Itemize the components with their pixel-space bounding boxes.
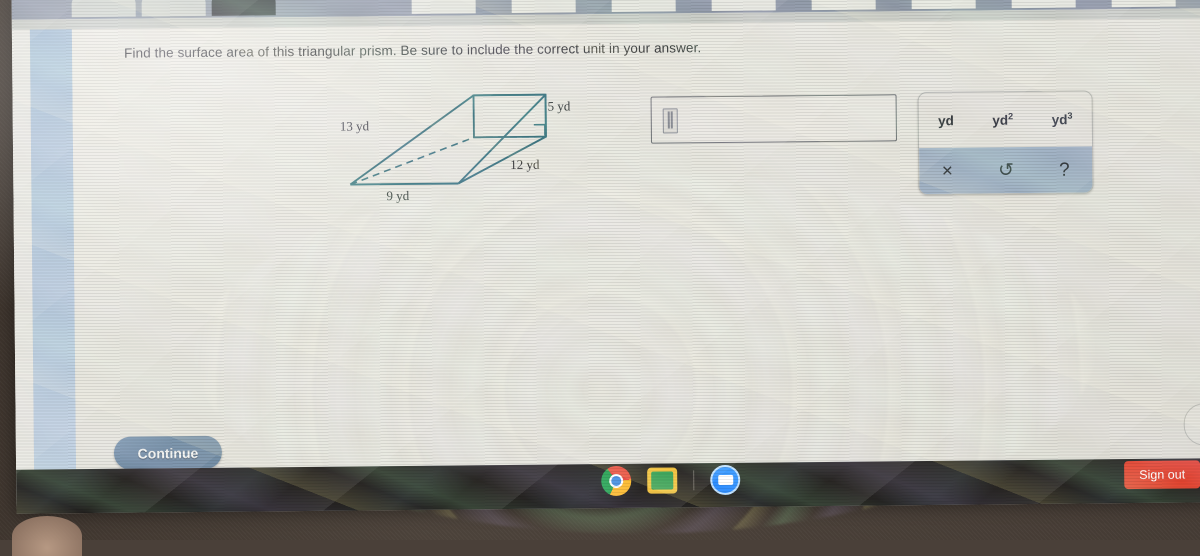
unit-base: yd — [938, 113, 954, 128]
unit-tool-palette: yd yd2 yd3 × ↺ ? — [918, 90, 1094, 195]
unit-button-yd3[interactable]: yd3 — [1046, 108, 1079, 131]
dimension-label: 9 yd — [386, 188, 409, 204]
sign-out-label: Sign out — [1139, 468, 1185, 482]
edge-side-widget[interactable]: S — [1184, 403, 1200, 446]
chrome-icon[interactable] — [601, 466, 631, 496]
undo-icon[interactable]: ↺ — [990, 159, 1022, 182]
browser-tab-7[interactable] — [812, 0, 876, 10]
browser-tab-0[interactable] — [72, 0, 136, 17]
clear-icon[interactable]: × — [934, 159, 961, 182]
screen-surface: Find the surface area of this triangular… — [12, 0, 1200, 514]
google-classroom-icon[interactable] — [647, 467, 677, 493]
browser-tab-9[interactable] — [1012, 0, 1076, 8]
dimension-label: 13 yd — [340, 118, 369, 134]
dimension-label: 5 yd — [548, 98, 571, 114]
unit-button-yd[interactable]: yd — [932, 109, 960, 132]
unit-base: yd — [992, 113, 1008, 128]
unit-exponent: 3 — [1067, 111, 1072, 121]
browser-tab-4[interactable] — [512, 0, 576, 13]
continue-button[interactable]: Continue — [114, 436, 222, 470]
browser-tab-5[interactable] — [612, 0, 676, 12]
laptop-screen-photo: Find the surface area of this triangular… — [0, 0, 1200, 540]
dimension-label: 12 yd — [510, 157, 539, 173]
browser-tab-1[interactable] — [142, 0, 206, 17]
browser-tab-10[interactable] — [1112, 0, 1176, 7]
browser-tab-2[interactable] — [212, 0, 276, 16]
text-cursor-icon — [663, 108, 678, 133]
zoom-icon[interactable] — [710, 465, 740, 495]
photographer-thumb — [12, 516, 82, 556]
unit-button-yd2[interactable]: yd2 — [986, 108, 1019, 131]
unit-buttons-row: yd yd2 yd3 — [919, 91, 1093, 148]
answer-input[interactable] — [651, 94, 897, 143]
aleks-left-rail — [30, 29, 77, 505]
triangular-prism-figure: 13 yd 5 yd 12 yd 9 yd — [337, 82, 608, 215]
unit-exponent: 2 — [1008, 111, 1013, 121]
help-icon[interactable]: ? — [1051, 158, 1078, 181]
browser-tab-6[interactable] — [712, 0, 776, 11]
unit-base: yd — [1052, 112, 1068, 127]
taskbar-app-tray — [601, 465, 740, 496]
browser-tab-3[interactable] — [412, 0, 476, 14]
sign-out-button[interactable]: Sign out — [1124, 460, 1200, 489]
aleks-content-page: Find the surface area of this triangular… — [72, 18, 1200, 505]
question-text: Find the surface area of this triangular… — [124, 38, 944, 61]
taskbar-divider — [693, 470, 694, 490]
tool-buttons-row: × ↺ ? — [919, 146, 1092, 194]
browser-tab-8[interactable] — [912, 0, 976, 9]
continue-button-label: Continue — [138, 445, 199, 462]
